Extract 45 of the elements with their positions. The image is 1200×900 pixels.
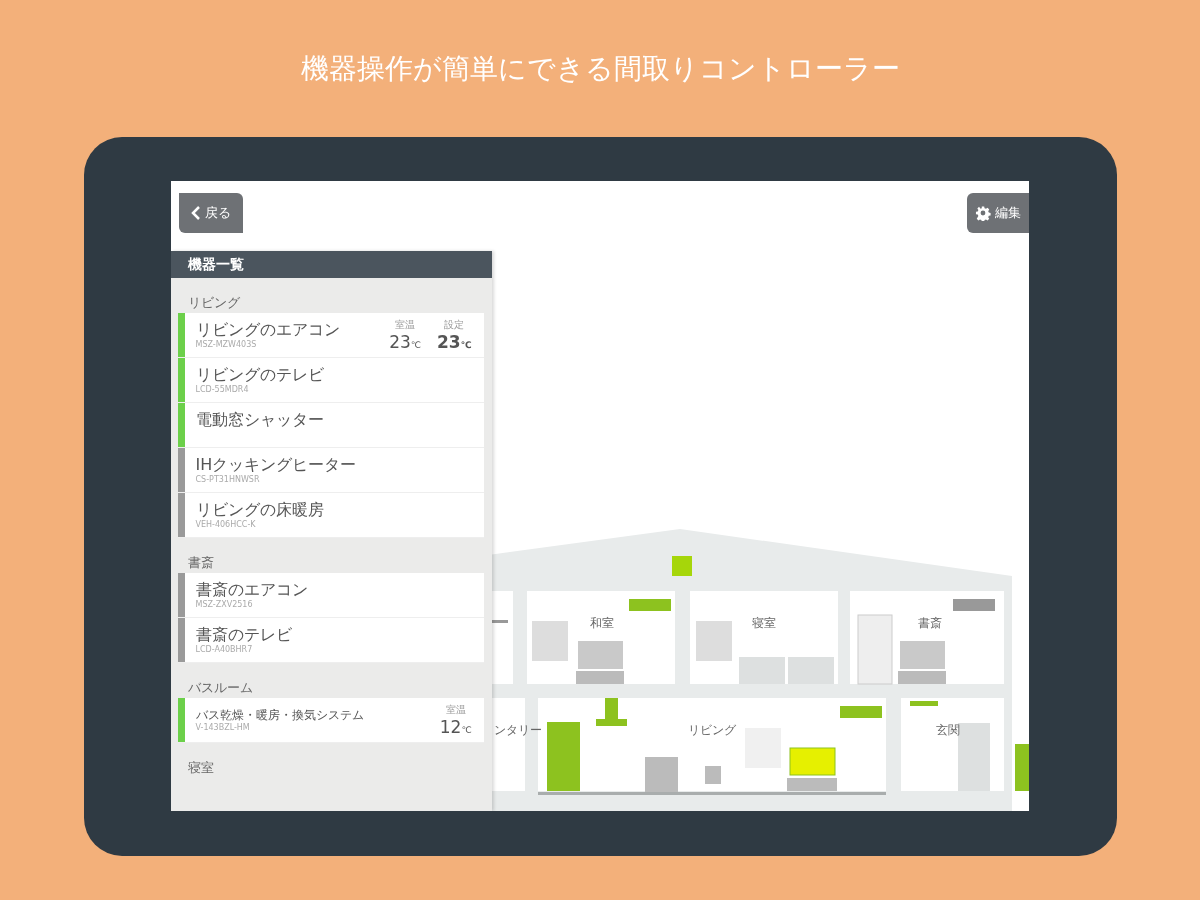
promo-title: 機器操作が簡単にできる間取りコントローラー	[300, 51, 900, 87]
panel-header: 機器一覧	[170, 251, 492, 278]
device-item[interactable]: バス乾燥・暖房・換気システム V-143BZL-HM 室温 12℃	[177, 698, 484, 743]
device-name: リビングの床暖房	[195, 500, 324, 520]
device-name: リビングのテレビ	[195, 365, 324, 385]
model-number: VEH-406HCC-K	[195, 520, 257, 530]
chevron-left-icon	[190, 205, 201, 221]
model-number: V-143BZL-HM	[195, 722, 251, 733]
room-label: 寝室	[751, 616, 776, 630]
device-name: バス乾燥・暖房・換気システム	[195, 707, 364, 723]
device-item[interactable]: 電動窓シャッター	[177, 403, 484, 448]
room-label: 書斎	[917, 616, 942, 630]
reading-label: 設定	[444, 319, 465, 330]
group-label: 書斎	[186, 554, 215, 572]
device-item[interactable]: リビングのエアコン MSZ-MZW403S 室温 23℃ 設定 23℃	[177, 313, 484, 358]
model-number: LCD-A40BHR7	[195, 645, 254, 655]
device-name: 書斎のエアコン	[195, 580, 308, 600]
model-number: LCD-55MDR4	[195, 385, 250, 395]
reading-label: 室温	[395, 319, 416, 330]
room-label: 和室	[589, 616, 614, 630]
device-name: 書斎のテレビ	[195, 625, 292, 645]
device-item[interactable]: 書斎のテレビ LCD-A40BHR7	[177, 618, 484, 663]
model-number: CS-PT31HNWSR	[195, 475, 261, 485]
device-item[interactable]: 書斎のエアコン MSZ-ZXV2516	[177, 573, 484, 618]
device-name: リビングのエアコン	[195, 320, 340, 340]
device-name: IHクッキングヒーター	[195, 455, 357, 475]
model-number: MSZ-ZXV2516	[195, 600, 254, 610]
settings-icon	[974, 205, 991, 221]
device-item[interactable]: IHクッキングヒーター CS-PT31HNWSR	[177, 448, 484, 493]
temperature-value: 23℃	[389, 333, 421, 351]
device-name: 電動窓シャッター	[195, 410, 324, 430]
group-label: バスルーム	[186, 679, 254, 697]
room-label: ンタリー	[493, 723, 542, 737]
device-item[interactable]: リビングのテレビ LCD-55MDR4	[177, 358, 484, 403]
temperature-value: 23℃	[436, 333, 472, 351]
model-number: MSZ-MZW403S	[195, 340, 258, 350]
room-label: 玄関	[935, 723, 960, 737]
reading-label: 室温	[445, 704, 466, 715]
group-label: 寝室	[186, 759, 215, 777]
temperature-value: 12℃	[439, 718, 472, 736]
back-button[interactable]: 戻る	[178, 193, 243, 233]
device-item[interactable]: リビングの床暖房 VEH-406HCC-K	[177, 493, 484, 538]
room-label: リビング	[687, 723, 736, 737]
group-label: リビング	[186, 294, 241, 312]
edit-button[interactable]: 編集	[966, 193, 1029, 233]
